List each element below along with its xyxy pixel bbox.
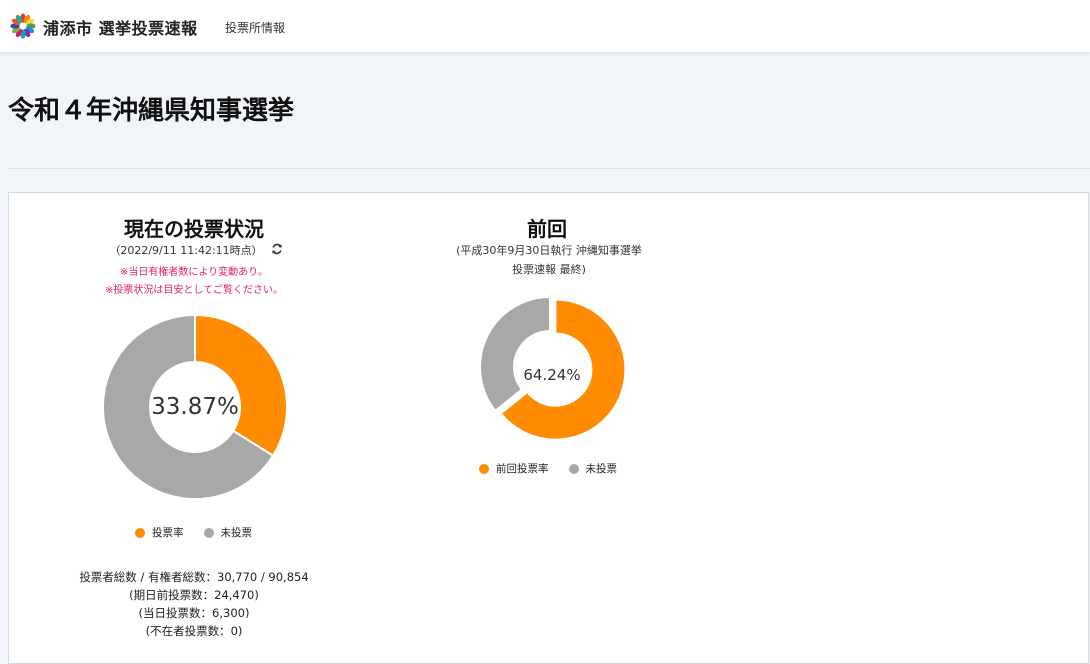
page-title: 令和４年沖縄県知事選挙 <box>8 96 295 126</box>
current-turnout-donut: 33.87% <box>102 313 288 500</box>
notice-guideline: ※投票状況は目安としてご覧ください。 <box>104 285 284 296</box>
legend-dot-orange <box>479 463 489 474</box>
divider <box>8 168 1090 169</box>
current-status-title: 現在の投票状況 <box>124 217 264 241</box>
site-title[interactable]: 浦添市 選挙投票速報 <box>43 15 198 39</box>
stat-totals: 投票者総数 / 有権者総数：30,770 / 90,854 <box>79 570 309 584</box>
nav-link-polling-stations[interactable]: 投票所情報 <box>225 19 285 36</box>
stat-same-day-votes: (当日投票数：6,300) <box>138 606 250 620</box>
previous-title: 前回 <box>527 217 567 241</box>
legend-label-not-voted: 未投票 <box>220 527 253 539</box>
legend-label-voted: 投票率 <box>152 527 184 539</box>
current-turnout-center-label: 33.87% <box>151 394 239 420</box>
legend-label-previous-voted: 前回投票率 <box>496 463 549 475</box>
results-panel: 現在の投票状況 （2022/9/11 11:42:11時点） ※当日有権者数によ… <box>8 192 1089 664</box>
legend-dot-orange <box>135 527 145 538</box>
refresh-icon[interactable] <box>271 243 283 255</box>
legend-item-voted[interactable]: 投票率 <box>135 525 184 540</box>
previous-turnout-donut: 64.24% <box>479 295 627 441</box>
notice-variation: ※当日有権者数により変動あり。 <box>120 267 268 278</box>
legend-item-previous-not-voted[interactable]: 未投票 <box>568 461 618 476</box>
legend-item-previous-voted[interactable]: 前回投票率 <box>479 461 549 476</box>
legend-dot-gray <box>203 527 214 538</box>
legend-label-previous-not-voted: 未投票 <box>585 463 618 475</box>
current-timestamp: （2022/9/11 11:42:11時点） <box>109 244 263 257</box>
current-legend: 投票率 未投票 <box>135 525 272 540</box>
previous-legend: 前回投票率 未投票 <box>479 461 637 476</box>
legend-dot-gray <box>568 463 579 474</box>
top-navbar: 浦添市 選挙投票速報 投票所情報 <box>0 0 1090 53</box>
city-emblem-icon[interactable] <box>10 13 36 39</box>
donut-slice-not-voted[interactable] <box>479 295 551 413</box>
stat-early-votes: (期日前投票数：24,470) <box>129 588 259 602</box>
previous-turnout-center-label: 64.24% <box>523 366 580 384</box>
stat-absentee-votes: (不在者投票数：0) <box>145 624 243 638</box>
previous-subtitle-line1: (平成30年9月30日執行 沖縄知事選挙 <box>456 244 642 257</box>
vote-statistics: 投票者総数 / 有権者総数：30,770 / 90,854 (期日前投票数：24… <box>44 568 344 640</box>
legend-item-not-voted[interactable]: 未投票 <box>203 525 253 540</box>
previous-subtitle-line2: 投票速報 最終) <box>512 263 586 276</box>
